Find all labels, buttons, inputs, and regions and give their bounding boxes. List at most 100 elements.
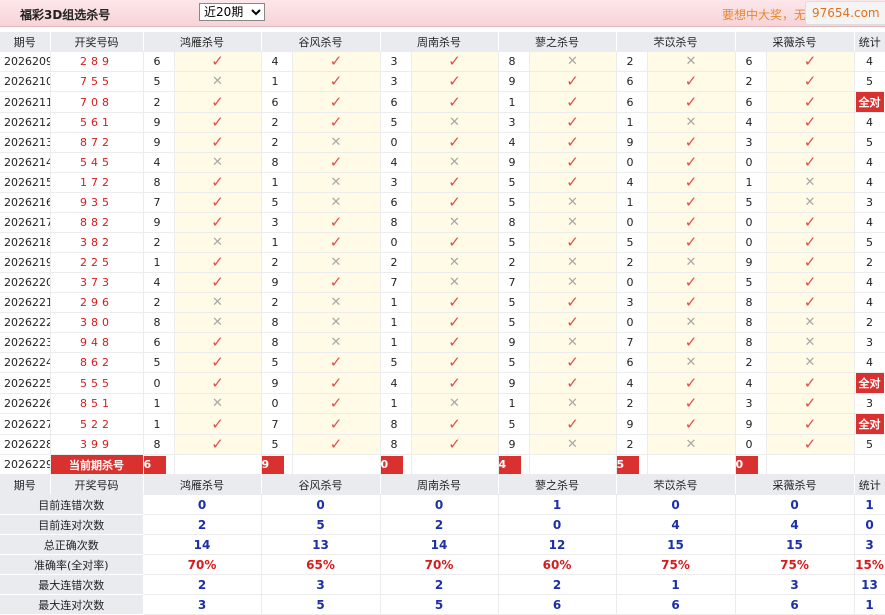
result-mark-cell: ✓ — [292, 232, 381, 253]
result-mark-cell: ✓ — [292, 152, 381, 173]
check-icon: ✓ — [448, 293, 461, 311]
kill-number-cell: 8 — [143, 434, 175, 455]
result-mark-cell: ✓ — [647, 212, 736, 233]
header-expert-6: 采薇杀号 — [735, 474, 855, 495]
summary-value: 15 — [735, 534, 855, 555]
period-select[interactable]: 近20期 — [199, 3, 265, 21]
table-row: 2026209 289 6 ✓ 4 ✓ 3 ✓ 8 ✕ 2 ✕ 6 ✓ 4 — [0, 51, 885, 72]
kill-number-cell: 4 — [616, 172, 648, 193]
summary-label: 准确率(全对率) — [0, 554, 144, 575]
kill-number-cell: 2 — [735, 71, 767, 92]
cross-icon: ✕ — [212, 155, 223, 170]
current-kill-number: 6 — [143, 455, 166, 474]
result-mark-cell: ✕ — [647, 252, 736, 273]
check-icon: ✓ — [803, 213, 817, 231]
result-mark-cell: ✓ — [647, 192, 736, 213]
check-icon: ✓ — [803, 373, 817, 392]
result-mark-cell: ✕ — [292, 312, 381, 333]
check-icon: ✓ — [211, 373, 224, 392]
kill-number-cell: 1 — [261, 172, 293, 193]
all-correct-badge: 全对 — [855, 373, 884, 393]
kill-number-cell: 1 — [261, 232, 293, 253]
header-expert-3: 周南杀号 — [380, 474, 499, 495]
summary-value: 2 — [143, 514, 262, 535]
check-icon: ✓ — [566, 153, 579, 171]
kill-number-cell: 2 — [616, 51, 648, 72]
result-mark-cell: ✓ — [529, 292, 617, 313]
cross-icon: ✕ — [685, 437, 697, 452]
result-mark-cell: ✕ — [766, 332, 855, 353]
check-icon: ✓ — [684, 92, 698, 111]
check-icon: ✓ — [329, 213, 343, 231]
check-icon: ✓ — [448, 133, 461, 151]
summary-value: 75% — [735, 554, 855, 575]
cross-icon: ✕ — [330, 315, 342, 330]
kill-number-cell: 5 — [261, 192, 293, 213]
kill-number-cell: 2 — [261, 112, 293, 133]
kill-number-cell: 7 — [498, 272, 530, 293]
check-icon: ✓ — [329, 233, 343, 251]
table-body: 期号 开奖号码 鸿雁杀号 谷风杀号 周南杀号 蓼之杀号 芣苡杀号 采薇杀号 统计 20262… — [0, 32, 885, 615]
check-icon: ✓ — [448, 92, 461, 111]
check-icon: ✓ — [684, 173, 698, 191]
kill-number-cell: 0 — [735, 232, 767, 253]
kill-number-cell: 1 — [143, 393, 175, 414]
stat-cell: 4 — [854, 152, 885, 173]
kill-number-cell: 8 — [380, 413, 412, 435]
summary-label: 目前连错次数 — [0, 494, 144, 515]
summary-stat-value: 1 — [854, 594, 885, 615]
check-icon: ✓ — [803, 113, 817, 131]
issue-cell: 2026223 — [0, 332, 51, 353]
kill-number-cell: 5 — [735, 192, 767, 213]
cross-icon: ✕ — [330, 295, 342, 310]
check-icon: ✓ — [684, 273, 698, 291]
result-mark-cell: ✕ — [174, 152, 262, 173]
result-mark-cell: ✕ — [411, 272, 499, 293]
cross-icon: ✕ — [685, 54, 697, 69]
check-icon: ✓ — [803, 414, 817, 433]
summary-value: 75% — [616, 554, 736, 575]
check-icon: ✓ — [803, 233, 817, 251]
result-mark-cell: ✓ — [766, 252, 855, 273]
current-kill-cell: 4 — [498, 454, 530, 475]
kill-number-cell: 6 — [735, 51, 767, 72]
kill-number-cell: 5 — [498, 172, 530, 193]
site-badge[interactable]: 97654.com — [805, 1, 885, 25]
header-expert-2: 谷风杀号 — [261, 32, 381, 52]
result-mark-cell: ✓ — [292, 434, 381, 455]
kill-number-cell: 1 — [735, 172, 767, 193]
draw-numbers-cell: 755 — [50, 71, 144, 92]
summary-row: 最大连对次数 3 5 5 6 6 6 1 — [0, 594, 885, 615]
result-mark-cell: ✓ — [174, 192, 262, 213]
result-mark-cell: ✓ — [411, 352, 499, 373]
kill-number-cell: 7 — [143, 192, 175, 213]
cross-icon: ✕ — [330, 135, 342, 150]
check-icon: ✓ — [211, 193, 224, 211]
empty-cell — [854, 454, 885, 475]
check-icon: ✓ — [211, 253, 224, 271]
check-icon: ✓ — [211, 273, 224, 291]
kill-number-cell: 1 — [143, 252, 175, 273]
summary-value: 6 — [616, 594, 736, 615]
result-mark-cell: ✓ — [174, 332, 262, 353]
current-kill-cell: 6 — [143, 454, 175, 475]
kill-number-cell: 1 — [380, 332, 412, 353]
cross-icon: ✕ — [330, 255, 342, 270]
kill-number-cell: 2 — [143, 91, 175, 113]
table-row: 2026228 399 8 ✓ 5 ✓ 8 ✓ 9 ✕ 2 ✕ 0 ✓ 5 — [0, 434, 885, 455]
draw-numbers-cell: 561 — [50, 112, 144, 133]
result-mark-cell: ✕ — [529, 332, 617, 353]
kill-number-cell: 0 — [261, 393, 293, 414]
cross-icon: ✕ — [685, 255, 697, 270]
table-row: 2026225 555 0 ✓ 9 ✓ 4 ✓ 9 ✓ 4 ✓ 4 ✓ 全对 — [0, 372, 885, 394]
result-mark-cell: ✓ — [529, 413, 617, 435]
kill-number-cell: 5 — [498, 352, 530, 373]
check-icon: ✓ — [448, 353, 461, 371]
kill-number-cell: 0 — [616, 312, 648, 333]
result-mark-cell: ✓ — [292, 212, 381, 233]
current-kill-number: 5 — [616, 455, 639, 474]
cross-icon: ✕ — [804, 175, 816, 190]
kill-number-cell: 9 — [735, 413, 767, 435]
current-kill-cell: 5 — [616, 454, 648, 475]
stat-cell: 4 — [854, 292, 885, 313]
